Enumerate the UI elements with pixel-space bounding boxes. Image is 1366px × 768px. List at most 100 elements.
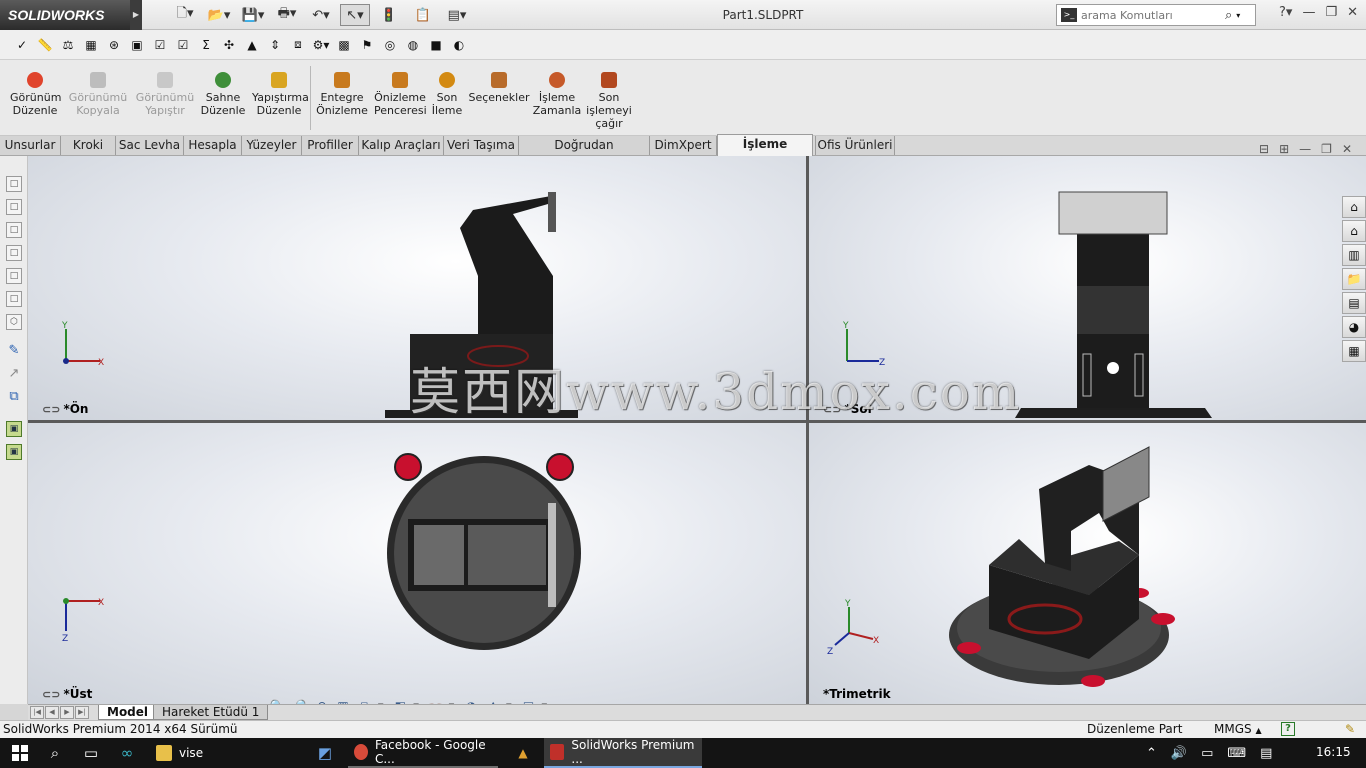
tab-surfaces[interactable]: Yüzeyler [242, 136, 302, 155]
prev-tab-icon[interactable]: ◀ [45, 706, 59, 719]
copy-appearance-button[interactable]: Görünümü Kopyala [68, 72, 128, 117]
search-dropdown-icon[interactable]: ▾ [1236, 11, 1240, 20]
restore-icon[interactable]: ❐ [1325, 5, 1337, 20]
tab-direct-editing[interactable]: Doğrudan Düzenleme [519, 136, 650, 170]
rebuild-status-icon[interactable]: ✎ [1345, 721, 1355, 738]
smart-dimension-icon[interactable]: ↗ [6, 367, 22, 383]
undercut-analysis-icon[interactable]: ⧈ [288, 35, 308, 55]
open-document-icon[interactable]: 📂▾ [204, 4, 234, 26]
keyboard-icon[interactable]: ⌨ [1227, 746, 1246, 761]
unit-system[interactable]: MMGS ▲ [1214, 721, 1262, 739]
arduino-icon[interactable]: ∞ [118, 744, 136, 762]
save-icon[interactable]: 💾▾ [238, 4, 268, 26]
select-cursor-icon[interactable]: ↖▾ [340, 4, 370, 26]
tab-model[interactable]: Model [98, 705, 158, 720]
isometric-view-icon[interactable]: ⬡ [6, 314, 22, 330]
bottom-view-icon[interactable]: □ [6, 291, 22, 307]
measure-icon[interactable]: 📏 [35, 35, 55, 55]
layer-properties-icon[interactable]: ▣ [6, 444, 22, 460]
doc-close-icon[interactable]: ✕ [1342, 142, 1352, 156]
link-views-icon[interactable]: ⊂⊃ [823, 403, 841, 416]
tab-dimxpert[interactable]: DimXpert [650, 136, 717, 155]
tab-weldments[interactable]: Profiller [302, 136, 359, 155]
next-tab-icon[interactable]: ▶ [60, 706, 74, 719]
viewport-trimetric[interactable]: Y X Z *Trimetrik [809, 423, 1366, 704]
section-properties-icon[interactable]: ▦ [81, 35, 101, 55]
viewport-left[interactable]: Y Z ⊂⊃ *Sol [809, 156, 1366, 420]
tab-data-migration[interactable]: Veri Taşıma [444, 136, 519, 155]
clock[interactable]: 16:15 [1316, 745, 1351, 759]
integrated-preview-button[interactable]: Entegre Önizleme [316, 72, 368, 117]
sketch-icon[interactable]: ✎ [6, 344, 22, 360]
preview-window-button[interactable]: Önizleme Penceresi [374, 72, 427, 117]
new-document-icon[interactable]: 🗋▾ [170, 4, 200, 26]
deviation-icon[interactable]: ⚑ [357, 35, 377, 55]
compare-documents-icon[interactable]: ▩ [334, 35, 354, 55]
view-palette-icon[interactable]: ▤ [1342, 292, 1366, 314]
tab-sketch[interactable]: Kroki [61, 136, 116, 155]
task-view-icon[interactable]: ▭ [82, 744, 100, 762]
edit-appearance-button[interactable]: Görünüm Düzenle [10, 72, 61, 117]
notifications-icon[interactable]: ▤ [1260, 746, 1272, 761]
final-render-button[interactable]: Son İleme [430, 72, 464, 117]
doc-restore-icon[interactable]: ❐ [1321, 142, 1332, 156]
search-taskbar-icon[interactable]: ⌕ [46, 744, 64, 762]
tile-vertical-icon[interactable]: ⊞ [1279, 142, 1289, 156]
file-explorer-icon[interactable]: 📁 [1342, 268, 1366, 290]
display-relations-icon[interactable]: ⧉ [6, 390, 22, 406]
schedule-render-button[interactable]: İşleme Zamanla [532, 72, 582, 117]
windows-start-icon[interactable] [12, 745, 28, 761]
mass-properties-icon[interactable]: ⚖ [58, 35, 78, 55]
equations-icon[interactable]: Σ [196, 35, 216, 55]
tile-horizontal-icon[interactable]: ⊟ [1259, 142, 1269, 156]
edit-scene-button[interactable]: Sahne Düzenle [200, 72, 246, 117]
color-icon[interactable]: ■ [426, 35, 446, 55]
last-tab-icon[interactable]: ▶| [75, 706, 89, 719]
spellcheck-icon[interactable]: ✓ [12, 35, 32, 55]
search-input[interactable] [1081, 8, 1221, 22]
quick-tips-icon[interactable]: ? [1281, 722, 1295, 736]
first-tab-icon[interactable]: |◀ [30, 706, 44, 719]
interference-icon[interactable]: ✣ [219, 35, 239, 55]
symmetry-check-icon[interactable]: ⚙▾ [311, 35, 331, 55]
appearance-icon[interactable]: ◐ [449, 35, 469, 55]
help-icon[interactable]: ?▾ [1279, 5, 1292, 20]
custom-properties-icon[interactable]: ▦ [1342, 340, 1366, 362]
curvature-icon[interactable]: ◍ [403, 35, 423, 55]
tab-features[interactable]: Unsurlar [0, 136, 61, 155]
geometry-analysis-icon[interactable]: ☑ [173, 35, 193, 55]
tab-mold-tools[interactable]: Kalıp Araçları [359, 136, 444, 155]
top-view-icon[interactable]: □ [6, 268, 22, 284]
command-search[interactable]: >_ ⌕ ▾ [1056, 4, 1256, 26]
menu-expand-arrow-icon[interactable]: ▶ [130, 0, 142, 30]
options-button[interactable]: Seçenekler [468, 72, 530, 104]
layer-icon[interactable]: ▣ [6, 421, 22, 437]
paste-appearance-button[interactable]: Görünümü Yapıştır [134, 72, 196, 117]
warning-app-icon[interactable]: ▲ [514, 744, 532, 762]
volume-icon[interactable]: 🔊 [1171, 746, 1187, 761]
taskbar-app-vise[interactable]: vise [150, 738, 209, 768]
front-view-icon[interactable]: □ [6, 176, 22, 192]
right-view-icon[interactable]: □ [6, 245, 22, 261]
solidworks-resources-icon[interactable]: ⌂ [1342, 196, 1366, 218]
link-views-icon[interactable]: ⊂⊃ [42, 688, 60, 701]
solidworks-logo[interactable]: SOLIDWORKS [0, 0, 130, 30]
undo-icon[interactable]: ↶▾ [306, 4, 336, 26]
rebuild-icon[interactable]: 🚦 [374, 4, 404, 26]
tab-sheet-metal[interactable]: Sac Levha [116, 136, 184, 155]
viewport-top[interactable]: 🔍 🔎 ↶ ▥ ⧉▼ ◧▼ 👓▼ ◕ ⛰▼ ▤▼ X Z ⊂⊃ *Üst [28, 423, 806, 704]
statistics-icon[interactable]: ▣ [127, 35, 147, 55]
doc-minimize-icon[interactable]: — [1299, 142, 1311, 156]
home-icon[interactable]: ⌂ [1342, 220, 1366, 242]
link-views-icon[interactable]: ⊂⊃ [42, 403, 60, 416]
tab-office-products[interactable]: Ofis Ürünleri [815, 136, 895, 155]
viewport-front[interactable]: Y X ⊂⊃ *Ön [28, 156, 806, 420]
left-view-icon[interactable]: □ [6, 222, 22, 238]
design-library-icon[interactable]: ▥ [1342, 244, 1366, 266]
zebra-icon[interactable]: ◎ [380, 35, 400, 55]
tab-motion-study-1[interactable]: Hareket Etüdü 1 [153, 705, 269, 720]
sensor-icon[interactable]: ⊛ [104, 35, 124, 55]
file-properties-icon[interactable]: 📋 [408, 4, 438, 26]
taskbar-app-chrome[interactable]: Facebook - Google C... [348, 738, 498, 768]
taskbar-app-solidworks[interactable]: SolidWorks Premium ... [544, 738, 702, 768]
